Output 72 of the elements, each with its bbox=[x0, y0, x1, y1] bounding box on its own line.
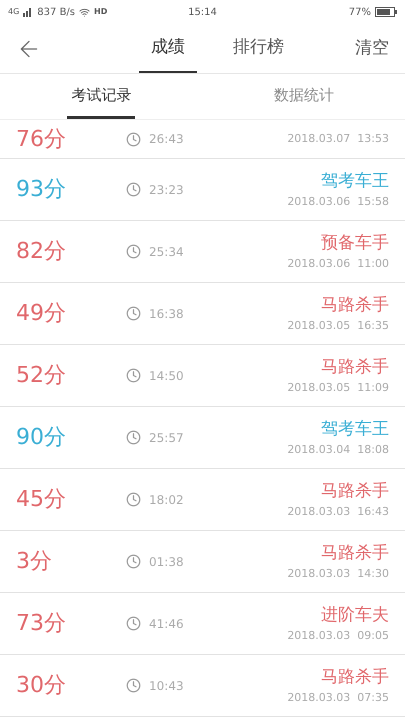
clock-icon bbox=[126, 182, 141, 197]
record-row[interactable]: 30分 10:43 马路杀手 2018.03.03 07:35 bbox=[0, 655, 405, 717]
duration-text: 25:34 bbox=[149, 244, 184, 260]
rank-title: 马路杀手 bbox=[321, 542, 389, 564]
header-tab[interactable]: 排行榜 bbox=[221, 24, 296, 73]
record-row[interactable]: 49分 16:38 马路杀手 2018.03.05 16:35 bbox=[0, 283, 405, 345]
clock-icon bbox=[126, 492, 141, 507]
record-row[interactable]: 52分 14:50 马路杀手 2018.03.05 11:09 bbox=[0, 345, 405, 407]
duration-text: 01:38 bbox=[149, 554, 184, 570]
record-datetime: 2018.03.05 16:35 bbox=[287, 318, 389, 334]
network-speed: 837 B/s bbox=[37, 6, 76, 20]
score-text: 3分 bbox=[16, 548, 53, 576]
clock-icon bbox=[126, 554, 141, 569]
score-text: 90分 bbox=[16, 424, 67, 452]
rank-title: 马路杀手 bbox=[321, 356, 389, 378]
header-tab[interactable]: 成绩 bbox=[139, 24, 197, 73]
clock-icon bbox=[126, 368, 141, 383]
record-datetime: 2018.03.03 14:30 bbox=[287, 566, 389, 582]
record-row[interactable]: 3分 01:38 马路杀手 2018.03.03 14:30 bbox=[0, 531, 405, 593]
clock-icon bbox=[126, 430, 141, 445]
clock-icon bbox=[126, 306, 141, 321]
rank-title: 驾考车王 bbox=[321, 170, 389, 192]
score-text: 49分 bbox=[16, 300, 67, 328]
signal-icon bbox=[23, 7, 34, 17]
record-datetime: 2018.03.03 09:05 bbox=[287, 628, 389, 644]
score-text: 82分 bbox=[16, 238, 67, 266]
record-datetime: 2018.03.03 07:35 bbox=[287, 690, 389, 706]
battery-icon bbox=[375, 7, 397, 17]
score-text: 93分 bbox=[16, 176, 67, 204]
record-row[interactable]: 90分 25:57 驾考车王 2018.03.04 18:08 bbox=[0, 407, 405, 469]
network-indicator: 4G bbox=[8, 6, 20, 18]
record-datetime: 2018.03.07 13:53 bbox=[287, 130, 389, 147]
duration-text: 23:23 bbox=[149, 182, 184, 198]
score-text: 73分 bbox=[16, 610, 67, 638]
record-row[interactable]: 76分 26:43 2018.03.07 13:53 bbox=[0, 120, 405, 159]
record-row[interactable]: 82分 25:34 预备车手 2018.03.06 11:00 bbox=[0, 221, 405, 283]
record-row[interactable]: 45分 18:02 马路杀手 2018.03.03 16:43 bbox=[0, 469, 405, 531]
clock-icon bbox=[126, 678, 141, 693]
hd-call-indicator: HD bbox=[94, 6, 108, 18]
clock-icon bbox=[126, 132, 141, 146]
clock-icon bbox=[126, 616, 141, 631]
wifi-icon bbox=[79, 6, 90, 18]
clock-icon bbox=[126, 244, 141, 259]
rank-title: 预备车手 bbox=[321, 232, 389, 254]
score-text: 30分 bbox=[16, 672, 67, 700]
record-row[interactable]: 93分 23:23 驾考车王 2018.03.06 15:58 bbox=[0, 159, 405, 221]
duration-text: 14:50 bbox=[149, 368, 184, 384]
duration-text: 25:57 bbox=[149, 430, 184, 446]
record-row[interactable]: 73分 41:46 进阶车夫 2018.03.03 09:05 bbox=[0, 593, 405, 655]
rank-title: 进阶车夫 bbox=[321, 604, 389, 626]
duration-text: 26:43 bbox=[149, 131, 184, 148]
duration-text: 10:43 bbox=[149, 678, 184, 694]
clear-button[interactable]: 清空 bbox=[329, 36, 389, 62]
sub-tab[interactable]: 考试记录 bbox=[67, 74, 136, 119]
sub-tab[interactable]: 数据统计 bbox=[270, 74, 338, 119]
duration-text: 16:38 bbox=[149, 306, 184, 322]
record-datetime: 2018.03.06 11:00 bbox=[287, 256, 389, 272]
record-datetime: 2018.03.03 16:43 bbox=[287, 504, 389, 520]
rank-title: 马路杀手 bbox=[321, 666, 389, 688]
record-datetime: 2018.03.04 18:08 bbox=[287, 442, 389, 458]
record-datetime: 2018.03.06 15:58 bbox=[287, 194, 389, 210]
duration-text: 18:02 bbox=[149, 492, 184, 508]
rank-title: 马路杀手 bbox=[321, 480, 389, 502]
clock-time: 15:14 bbox=[187, 6, 218, 20]
record-datetime: 2018.03.05 11:09 bbox=[287, 380, 389, 396]
score-text: 76分 bbox=[16, 126, 67, 154]
rank-title: 马路杀手 bbox=[321, 294, 389, 316]
duration-text: 41:46 bbox=[149, 616, 184, 632]
score-text: 45分 bbox=[16, 486, 67, 514]
battery-percentage: 77% bbox=[348, 6, 371, 20]
rank-title: 驾考车王 bbox=[321, 418, 389, 440]
score-text: 52分 bbox=[16, 362, 67, 390]
